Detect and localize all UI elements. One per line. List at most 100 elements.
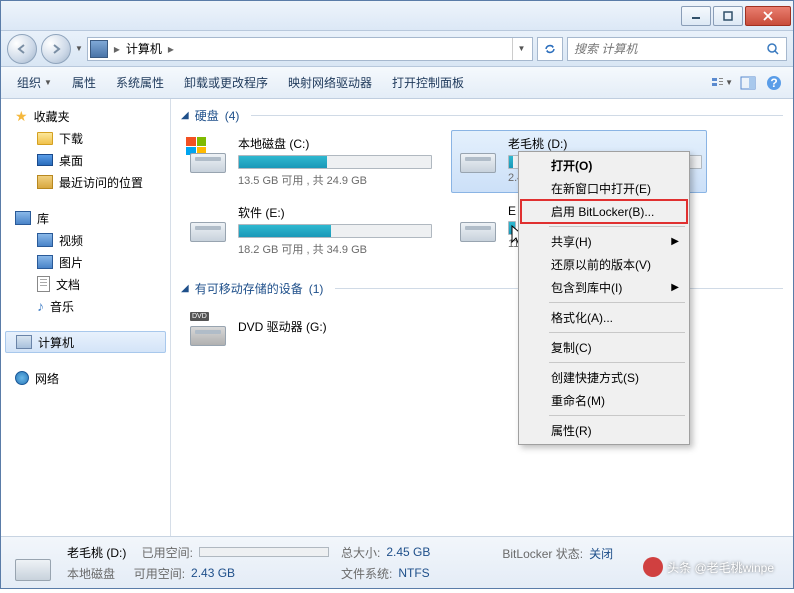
- breadcrumb-root[interactable]: 计算机: [124, 40, 164, 57]
- preview-pane-button[interactable]: [737, 72, 759, 94]
- properties-button[interactable]: 属性: [64, 70, 104, 95]
- history-dropdown[interactable]: ▼: [75, 44, 83, 53]
- ctx-share[interactable]: 共享(H)▶: [521, 230, 687, 253]
- usage-bar: [238, 224, 432, 238]
- ctx-copy[interactable]: 复制(C): [521, 336, 687, 359]
- search-input[interactable]: [574, 42, 766, 56]
- ctx-enable-bitlocker[interactable]: 启用 BitLocker(B)...: [521, 200, 687, 223]
- ctx-separator: [549, 226, 685, 227]
- usage-bar: [508, 221, 516, 235]
- tree-pictures[interactable]: 图片: [1, 251, 170, 273]
- nav-bar: ▼ ▸ 计算机 ▸ ▼: [1, 31, 793, 67]
- document-icon: [37, 276, 50, 292]
- search-icon: [766, 42, 780, 56]
- ctx-create-shortcut[interactable]: 创建快捷方式(S): [521, 366, 687, 389]
- submenu-arrow-icon: ▶: [671, 236, 679, 247]
- toolbar: 组织 ▼ 属性 系统属性 卸载或更改程序 映射网络驱动器 打开控制面板 ▼ ?: [1, 67, 793, 99]
- ctx-format[interactable]: 格式化(A)...: [521, 306, 687, 329]
- drive-e[interactable]: 软件 (E:) 18.2 GB 可用 , 共 34.9 GB: [181, 199, 437, 262]
- ctx-open[interactable]: 打开(O): [521, 154, 687, 177]
- section-hdd[interactable]: ◢硬盘 (4): [181, 107, 783, 124]
- tree-libraries[interactable]: 库: [1, 207, 170, 229]
- tree-favorites[interactable]: ★收藏夹: [1, 105, 170, 127]
- ctx-separator: [549, 332, 685, 333]
- avatar-icon: [643, 557, 663, 577]
- tree-videos[interactable]: 视频: [1, 229, 170, 251]
- status-free-value: 2.43 GB: [191, 566, 235, 580]
- address-bar[interactable]: ▸ 计算机 ▸ ▼: [87, 37, 533, 61]
- star-icon: ★: [15, 108, 28, 125]
- system-properties-button[interactable]: 系统属性: [108, 70, 172, 95]
- drive-g[interactable]: DVD 驱动器 (G:): [181, 303, 437, 351]
- context-menu: 打开(O) 在新窗口中打开(E) 启用 BitLocker(B)... 共享(H…: [518, 151, 690, 445]
- ctx-rename[interactable]: 重命名(M): [521, 389, 687, 412]
- uninstall-button[interactable]: 卸载或更改程序: [176, 70, 276, 95]
- dvd-icon: [186, 308, 230, 346]
- help-button[interactable]: ?: [763, 72, 785, 94]
- refresh-button[interactable]: [537, 37, 563, 61]
- ctx-properties[interactable]: 属性(R): [521, 419, 687, 442]
- map-drive-button[interactable]: 映射网络驱动器: [280, 70, 380, 95]
- close-button[interactable]: [745, 6, 791, 26]
- drive-free: 18.2 GB 可用 , 共 34.9 GB: [238, 241, 432, 257]
- tree-recent[interactable]: 最近访问的位置: [1, 171, 170, 193]
- tree-computer[interactable]: 计算机: [5, 331, 166, 353]
- tree-music[interactable]: ♪音乐: [1, 295, 170, 317]
- drive-label: EF: [508, 204, 516, 218]
- back-button[interactable]: [7, 34, 37, 64]
- titlebar: [1, 1, 793, 31]
- tree-downloads[interactable]: 下载: [1, 127, 170, 149]
- breadcrumb-sep-icon[interactable]: ▸: [164, 42, 178, 56]
- computer-icon: [90, 40, 108, 58]
- status-fs-value: NTFS: [398, 566, 429, 580]
- status-size-label: 总大小:: [341, 544, 380, 561]
- status-name: 老毛桃 (D:): [67, 544, 126, 561]
- tree-desktop[interactable]: 桌面: [1, 149, 170, 171]
- control-panel-button[interactable]: 打开控制面板: [384, 70, 472, 95]
- status-bitlocker-value: 关闭: [589, 545, 613, 562]
- minimize-button[interactable]: [681, 6, 711, 26]
- status-fs-label: 文件系统:: [341, 565, 392, 582]
- network-icon: [15, 371, 29, 385]
- folder-icon: [37, 132, 53, 145]
- status-usage-bar: [199, 547, 329, 557]
- drive-label: DVD 驱动器 (G:): [238, 318, 432, 335]
- computer-icon: [16, 335, 32, 349]
- drive-icon: [186, 135, 230, 173]
- collapse-icon: ◢: [181, 283, 189, 294]
- forward-button[interactable]: [41, 34, 71, 64]
- section-removable[interactable]: ◢有可移动存储的设备 (1): [181, 280, 783, 297]
- drive-label: 软件 (E:): [238, 204, 432, 221]
- svg-text:?: ?: [770, 76, 777, 90]
- drive-c[interactable]: 本地磁盘 (C:)13.5 GB 可用 , 共 24.9 GB: [181, 130, 437, 193]
- address-dropdown[interactable]: ▼: [512, 38, 530, 60]
- search-box[interactable]: [567, 37, 787, 61]
- ctx-separator: [549, 362, 685, 363]
- usage-bar: [238, 155, 432, 169]
- video-icon: [37, 233, 53, 247]
- drive-icon: [11, 543, 55, 583]
- tree-documents[interactable]: 文档: [1, 273, 170, 295]
- maximize-button[interactable]: [713, 6, 743, 26]
- collapse-icon: ◢: [181, 110, 189, 121]
- ctx-separator: [549, 302, 685, 303]
- tree-network[interactable]: 网络: [1, 367, 170, 389]
- watermark: 头条 @老毛桃winpe: [643, 557, 774, 577]
- submenu-arrow-icon: ▶: [671, 282, 679, 293]
- ctx-include-library[interactable]: 包含到库中(I)▶: [521, 276, 687, 299]
- music-icon: ♪: [37, 298, 44, 314]
- explorer-window: ▼ ▸ 计算机 ▸ ▼ 组织 ▼ 属性 系统属性 卸载或更改程序 映射网络驱动器…: [0, 0, 794, 589]
- desktop-icon: [37, 154, 53, 166]
- ctx-separator: [549, 415, 685, 416]
- ctx-open-new-window[interactable]: 在新窗口中打开(E): [521, 177, 687, 200]
- nav-tree: ★收藏夹 下载 桌面 最近访问的位置 库 视频 图片 文档 ♪音乐 计算机 网络: [1, 99, 171, 536]
- status-type: 本地磁盘: [67, 565, 115, 582]
- drive-free: 11: [508, 238, 516, 250]
- view-options-button[interactable]: ▼: [711, 72, 733, 94]
- ctx-restore-versions[interactable]: 还原以前的版本(V): [521, 253, 687, 276]
- drive-f[interactable]: EF 11: [451, 199, 521, 262]
- organize-button[interactable]: 组织 ▼: [9, 70, 60, 95]
- drive-free: 13.5 GB 可用 , 共 24.9 GB: [238, 172, 432, 188]
- breadcrumb-sep-icon[interactable]: ▸: [110, 42, 124, 56]
- drive-icon: [456, 135, 500, 173]
